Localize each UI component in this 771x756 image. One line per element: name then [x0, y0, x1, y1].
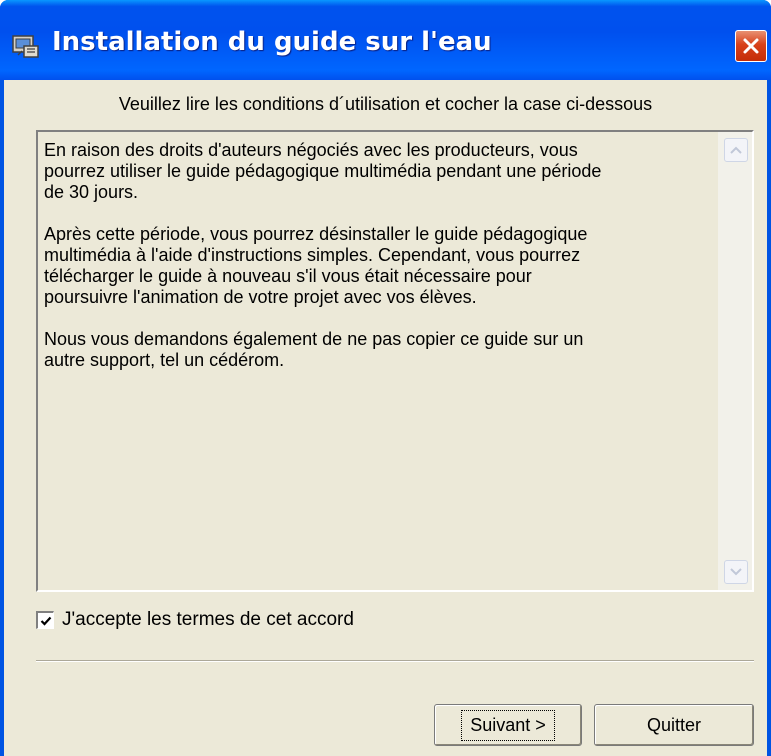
- close-icon: [743, 38, 759, 54]
- next-button-label: Suivant >: [461, 709, 555, 741]
- scroll-down-button[interactable]: [724, 560, 748, 584]
- quit-button[interactable]: Quitter: [594, 704, 754, 746]
- license-textbox[interactable]: En raison des droits d'auteurs négociés …: [36, 130, 754, 592]
- close-button[interactable]: [735, 30, 767, 62]
- license-paragraph: Nous vous demandons également de ne pas …: [44, 329, 584, 370]
- installer-icon: [12, 35, 39, 58]
- window-title: Installation du guide sur l'eau: [52, 27, 492, 57]
- separator-line: [36, 660, 754, 662]
- license-text: En raison des droits d'auteurs négociés …: [44, 140, 604, 392]
- accept-terms-checkbox[interactable]: [36, 611, 54, 629]
- instruction-text: Veuillez lire les conditions d´utilisati…: [118, 94, 653, 114]
- checkmark-icon: [40, 616, 51, 626]
- vertical-scrollbar[interactable]: [718, 132, 752, 590]
- next-button[interactable]: Suivant >: [434, 704, 582, 746]
- scroll-up-button[interactable]: [724, 138, 748, 162]
- accept-terms-row[interactable]: J'accepte les termes de cet accord: [36, 608, 354, 632]
- quit-button-label: Quitter: [646, 714, 702, 735]
- chevron-up-icon: [730, 146, 742, 154]
- installer-window: Installation du guide sur l'eau Veuillez…: [0, 0, 771, 756]
- accept-terms-label[interactable]: J'accepte les termes de cet accord: [62, 609, 354, 631]
- chevron-down-icon: [730, 568, 742, 576]
- dialog-body: Veuillez lire les conditions d´utilisati…: [4, 80, 767, 756]
- license-paragraph: En raison des droits d'auteurs négociés …: [44, 140, 602, 202]
- license-paragraph: Après cette période, vous pourrez désins…: [44, 224, 588, 307]
- title-bar[interactable]: Installation du guide sur l'eau: [0, 0, 771, 80]
